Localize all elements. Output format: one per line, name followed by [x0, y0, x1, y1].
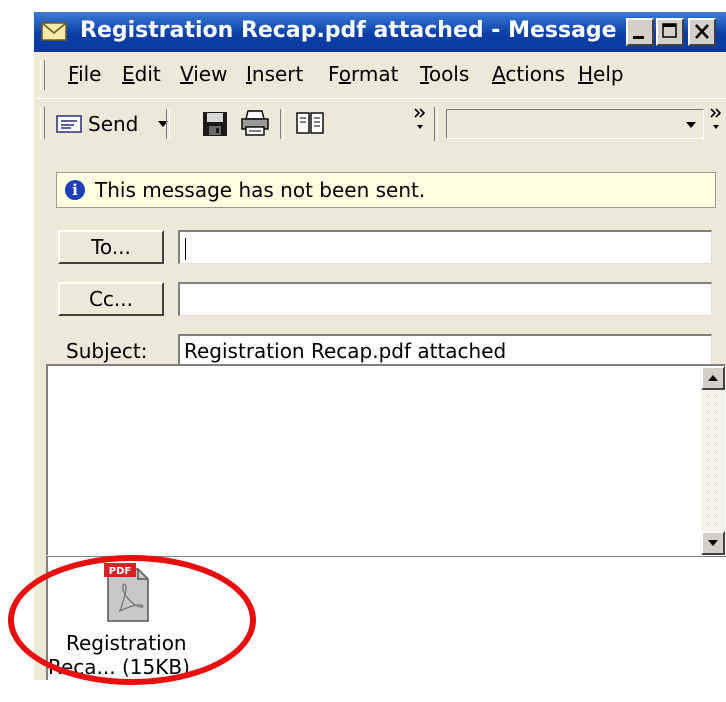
menu-edit[interactable]: Edit: [122, 62, 161, 86]
info-bar: i This message has not been sent.: [56, 172, 716, 208]
toolbar-grip[interactable]: [40, 107, 45, 139]
menu-insert[interactable]: Insert: [246, 62, 303, 86]
maximize-button[interactable]: [656, 18, 684, 46]
toolbar-separator: [166, 109, 170, 139]
close-button[interactable]: [688, 18, 716, 46]
minimize-icon: [633, 36, 644, 39]
title-bar[interactable]: Registration Recap.pdf attached - Messag…: [34, 12, 726, 52]
toolbar-overflow-icon[interactable]: [708, 105, 724, 135]
standard-toolbar: Send: [34, 98, 726, 147]
minimize-button[interactable]: [626, 18, 654, 46]
message-body[interactable]: [46, 364, 726, 556]
chevron-down-icon: [708, 540, 718, 546]
menu-grip[interactable]: [40, 60, 45, 90]
chevron-up-icon: [708, 375, 718, 381]
menu-tools[interactable]: Tools: [420, 62, 469, 86]
cc-button[interactable]: Cc...: [58, 282, 164, 316]
message-window: Registration Recap.pdf attached - Messag…: [32, 10, 726, 680]
menu-bar: File Edit View Insert Format Tools Actio…: [34, 56, 726, 94]
toolbar-separator: [434, 107, 438, 141]
attachment-name-line2: Reca... (15KB): [48, 655, 190, 679]
maximize-icon: [662, 23, 677, 38]
menu-actions[interactable]: Actions: [492, 62, 565, 86]
subject-field[interactable]: Registration Recap.pdf attached: [178, 334, 712, 368]
menu-format[interactable]: Format: [328, 62, 399, 86]
subject-value: Registration Recap.pdf attached: [184, 339, 507, 363]
address-book-icon[interactable]: [296, 111, 324, 135]
menu-file[interactable]: File: [68, 62, 101, 86]
save-icon[interactable]: [202, 111, 228, 137]
cc-field[interactable]: [178, 282, 712, 316]
pdf-badge: PDF: [109, 566, 131, 577]
info-icon: i: [65, 180, 85, 200]
chevron-down-icon[interactable]: [685, 120, 697, 130]
menu-view[interactable]: View: [180, 62, 227, 86]
info-message: This message has not been sent.: [95, 178, 426, 202]
envelope-icon: [41, 22, 67, 41]
subject-label: Subject:: [66, 339, 148, 363]
vertical-scrollbar[interactable]: [701, 366, 725, 555]
scroll-down-button[interactable]: [701, 531, 725, 555]
send-icon: [56, 115, 82, 133]
toolbar-separator: [280, 109, 284, 139]
text-caret: [185, 237, 186, 260]
attachment-item[interactable]: PDF: [104, 563, 152, 628]
close-icon: [695, 24, 709, 39]
to-field[interactable]: [178, 230, 712, 264]
pdf-file-icon: PDF: [104, 563, 149, 622]
attachment-name-line1: Registration: [66, 631, 187, 655]
attachment-pane: PDF Registration Reca... (15KB): [46, 556, 726, 680]
menu-help[interactable]: Help: [578, 62, 624, 86]
toolbar-overflow-icon[interactable]: [412, 105, 428, 135]
scroll-up-button[interactable]: [701, 366, 725, 390]
to-button[interactable]: To...: [58, 230, 164, 264]
print-icon[interactable]: [240, 109, 270, 137]
window-title: Registration Recap.pdf attached - Messag…: [80, 18, 672, 43]
send-label: Send: [88, 112, 139, 136]
toolbar-combo[interactable]: [446, 109, 704, 139]
